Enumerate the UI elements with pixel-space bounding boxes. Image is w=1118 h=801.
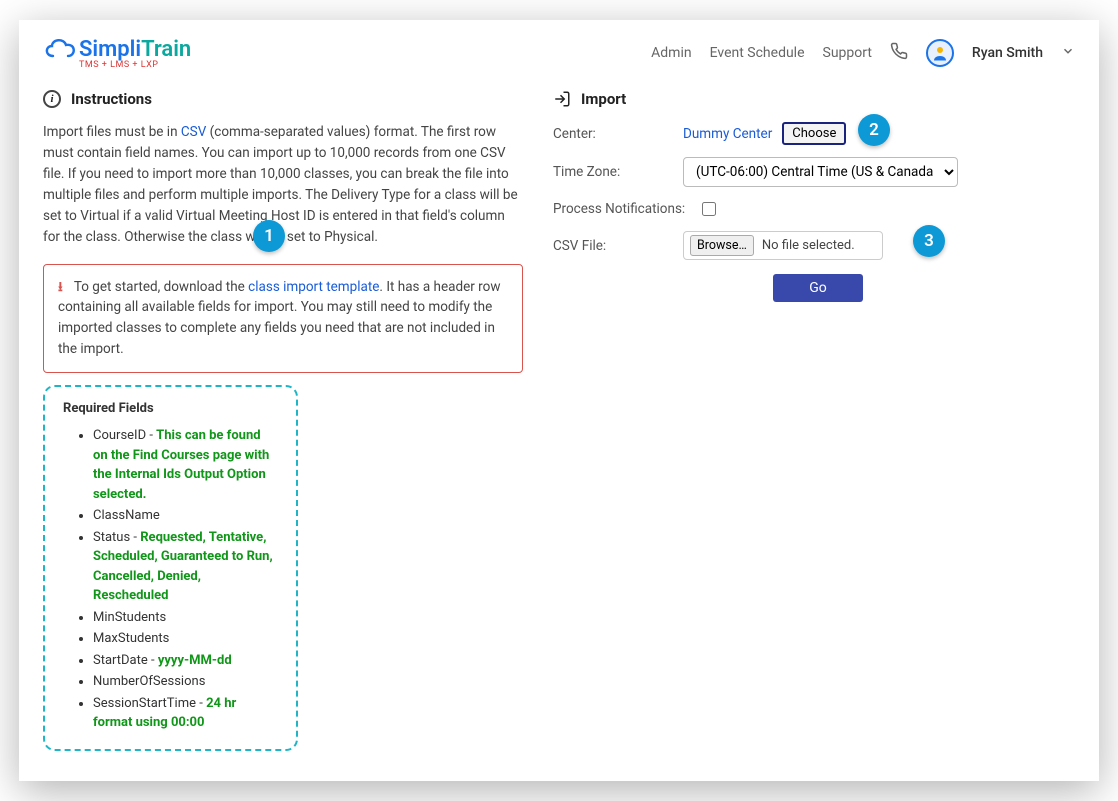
download-icon: ⭳ (58, 279, 63, 295)
required-fields-box: Required Fields CourseID - This can be f… (43, 385, 298, 751)
csv-file-label: CSV File: (553, 238, 683, 254)
timezone-label: Time Zone: (553, 164, 683, 180)
callout-1: 1 (253, 220, 285, 252)
notifications-label: Process Notifications: (553, 201, 698, 217)
phone-icon[interactable] (890, 42, 908, 64)
timezone-select[interactable]: (UTC-06:00) Central Time (US & Canada) (683, 157, 958, 187)
browse-button[interactable]: Browse… (690, 235, 754, 256)
callout-2: 2 (858, 114, 890, 146)
go-button[interactable]: Go (773, 274, 863, 302)
list-item: Status - Requested, Tentative, Scheduled… (93, 528, 278, 606)
brand-tagline: TMS + LMS + LXP (79, 60, 158, 70)
topbar: SimpliTrain TMS + LMS + LXP Admin Event … (43, 32, 1075, 70)
center-value[interactable]: Dummy Center (683, 126, 772, 142)
import-icon (553, 90, 571, 108)
instr-body-a: Import files must be in (43, 124, 181, 140)
download-template-alert: ⭳ To get started, download the class imp… (43, 264, 523, 374)
choose-center-button[interactable]: Choose (782, 122, 846, 145)
alert-text-a: To get started, download the (74, 279, 248, 295)
file-status: No file selected. (762, 238, 855, 253)
instructions-text: Import files must be in CSV (comma-separ… (43, 122, 523, 248)
center-label: Center: (553, 126, 683, 142)
nav-support[interactable]: Support (823, 45, 872, 61)
callout-3: 3 (913, 225, 945, 257)
cloud-icon (43, 36, 77, 62)
import-panel: Import Center: Dummy Center Choose 2 Tim… (553, 90, 1075, 751)
list-item: NumberOfSessions (93, 672, 278, 692)
list-item: StartDate - yyyy-MM-dd (93, 651, 278, 671)
class-import-template-link[interactable]: class import template (248, 279, 379, 295)
info-icon: i (43, 90, 61, 108)
list-item: MinStudents (93, 608, 278, 628)
nav-event-schedule[interactable]: Event Schedule (710, 45, 805, 61)
user-name[interactable]: Ryan Smith (972, 45, 1043, 61)
list-item: SessionStartTime - 24 hr format using 00… (93, 694, 278, 733)
list-item: MaxStudents (93, 629, 278, 649)
chevron-down-icon[interactable] (1061, 44, 1075, 62)
brand-name-a: Simpli (79, 37, 141, 62)
nav-admin[interactable]: Admin (651, 45, 691, 61)
required-fields-list: CourseID - This can be found on the Find… (63, 426, 278, 733)
csv-file-input[interactable]: Browse… No file selected. (683, 231, 883, 260)
process-notifications-checkbox[interactable] (702, 202, 716, 216)
instructions-heading: Instructions (71, 90, 152, 108)
top-nav: Admin Event Schedule Support Ryan Smith (651, 39, 1075, 67)
list-item: CourseID - This can be found on the Find… (93, 426, 278, 504)
logo[interactable]: SimpliTrain TMS + LMS + LXP (43, 36, 191, 70)
avatar[interactable] (926, 39, 954, 67)
csv-link[interactable]: CSV (181, 124, 206, 140)
list-item: ClassName (93, 506, 278, 526)
instructions-panel: i Instructions Import files must be in C… (43, 90, 523, 751)
brand-name-b: Train (141, 37, 191, 62)
required-fields-title: Required Fields (63, 401, 278, 416)
import-heading: Import (581, 90, 626, 108)
